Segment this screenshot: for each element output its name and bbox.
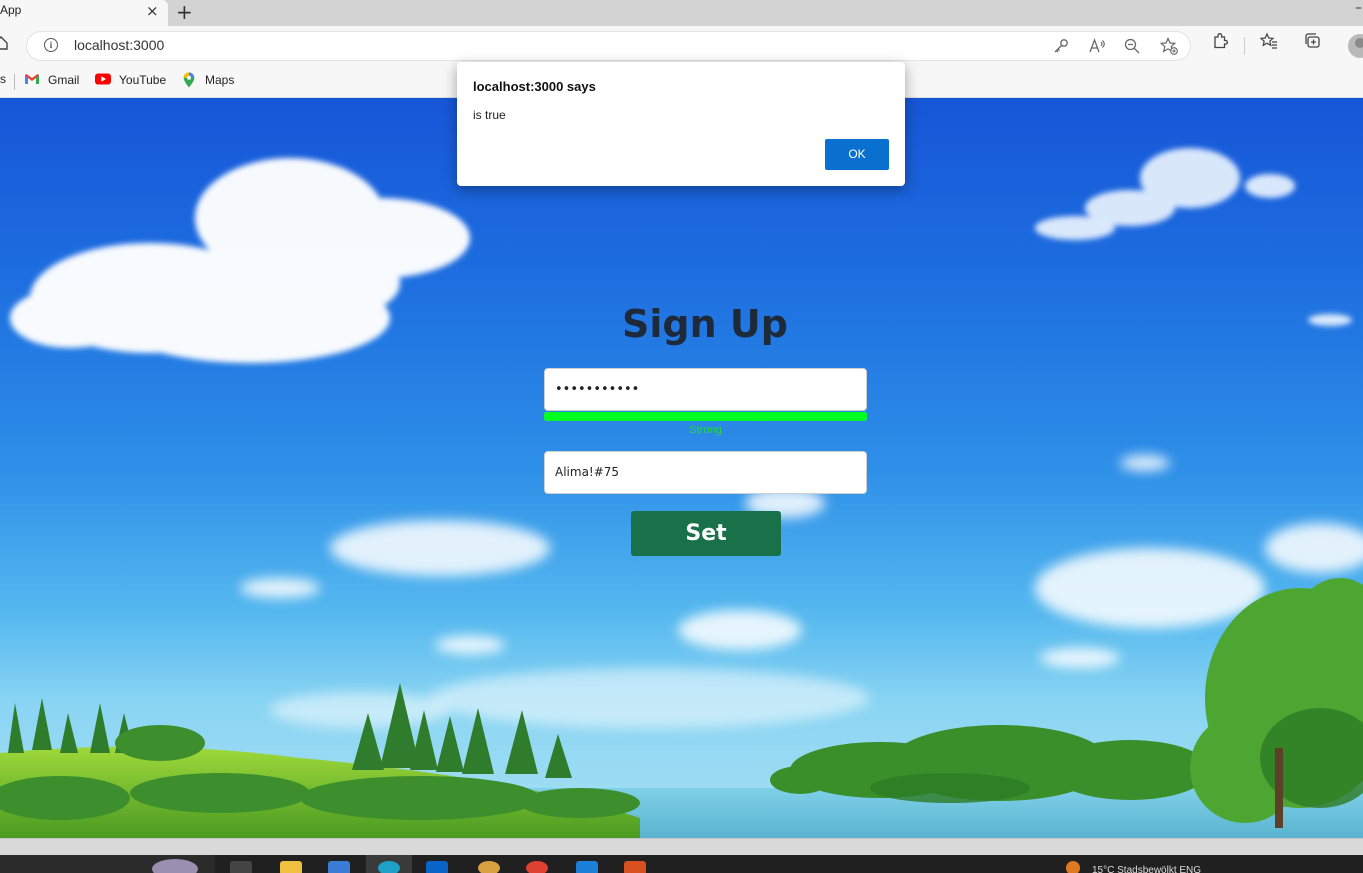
- close-tab-icon[interactable]: ×: [146, 3, 159, 19]
- horizontal-scrollbar[interactable]: [0, 838, 1363, 856]
- url-text[interactable]: localhost:3000: [74, 37, 164, 53]
- bookmark-overflow[interactable]: s: [0, 71, 6, 91]
- windows-taskbar: 15°C Stadsbewölkt ENG: [0, 855, 1363, 873]
- tab-title: App: [0, 3, 22, 17]
- bookmark-label: YouTube: [119, 73, 167, 87]
- toolbar-divider: [1244, 37, 1245, 55]
- bookmark-label: Gmail: [48, 73, 80, 87]
- home-icon[interactable]: [0, 36, 8, 50]
- task-view-icon[interactable]: [230, 861, 252, 873]
- password-strength-fill: [544, 412, 867, 421]
- collections-icon[interactable]: [1304, 32, 1322, 50]
- browser-tab[interactable]: App ×: [0, 0, 168, 26]
- page-title: Sign Up: [622, 302, 788, 346]
- page-viewport: Sign Up ••••••••••• Strong Alima!#75 Set: [0, 98, 1363, 838]
- paint-icon[interactable]: [478, 861, 500, 873]
- favorites-icon[interactable]: [1260, 32, 1278, 50]
- app-icon[interactable]: [624, 861, 646, 873]
- weather-icon[interactable]: [1066, 861, 1080, 873]
- youtube-icon: [95, 73, 111, 85]
- search-highlight-icon: [152, 859, 198, 873]
- tab-strip: App × + –: [0, 0, 1363, 26]
- alert-dialog: localhost:3000 says is true OK: [457, 62, 905, 186]
- favorite-add-icon[interactable]: [1160, 37, 1178, 55]
- alert-title: localhost:3000 says: [473, 79, 596, 94]
- password-input[interactable]: •••••••••••: [544, 368, 867, 411]
- bookmark-youtube[interactable]: YouTube: [95, 71, 169, 91]
- password-strength-label: Strong: [689, 424, 722, 436]
- taskbar-search[interactable]: [0, 855, 215, 873]
- password-strength-meter: [544, 412, 867, 421]
- extensions-icon[interactable]: [1211, 32, 1229, 50]
- site-info-icon[interactable]: i: [44, 38, 58, 52]
- bookmark-maps[interactable]: Maps: [182, 71, 238, 91]
- vscode-icon[interactable]: [576, 861, 598, 873]
- mail-icon[interactable]: [426, 861, 448, 873]
- edge-icon[interactable]: [378, 861, 400, 873]
- maps-icon: [183, 72, 195, 88]
- bookmark-divider: [14, 74, 15, 90]
- chrome-icon[interactable]: [526, 861, 548, 873]
- store-icon[interactable]: [328, 861, 350, 873]
- password-text-input[interactable]: Alima!#75: [544, 451, 867, 494]
- minimize-icon[interactable]: –: [1355, 0, 1362, 16]
- zoom-out-icon[interactable]: [1123, 37, 1141, 55]
- alert-message: is true: [473, 108, 506, 122]
- address-bar[interactable]: i localhost:3000: [26, 31, 1191, 61]
- profile-avatar[interactable]: [1348, 34, 1363, 58]
- gmail-icon: [25, 74, 39, 84]
- set-button[interactable]: Set: [631, 511, 781, 556]
- read-aloud-icon[interactable]: [1088, 37, 1106, 55]
- bookmark-gmail[interactable]: Gmail: [24, 71, 84, 91]
- system-tray-text: 15°C Stadsbewölkt ENG: [1092, 865, 1202, 873]
- file-explorer-icon[interactable]: [280, 861, 302, 873]
- key-icon[interactable]: [1052, 37, 1070, 55]
- bookmark-label: Maps: [205, 73, 235, 87]
- alert-ok-button[interactable]: OK: [825, 139, 889, 170]
- new-tab-icon[interactable]: +: [176, 0, 193, 24]
- browser-toolbar: i localhost:3000: [0, 26, 1363, 66]
